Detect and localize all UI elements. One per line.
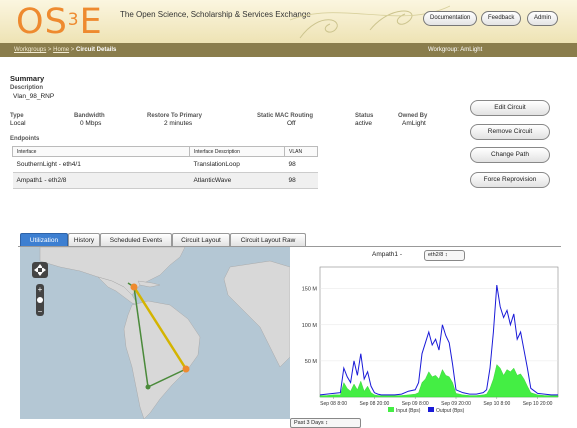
- y-tick-label: 100 M: [302, 323, 318, 329]
- x-tick-label: Sep 08 20:00: [360, 401, 390, 407]
- table-row: Ampath1 - eth2/8 AtlanticWave 98: [12, 172, 318, 189]
- breadcrumb-home[interactable]: Home: [53, 47, 69, 53]
- restore-value: 2 minutes: [164, 120, 193, 127]
- site-header: OS3E The Open Science, Scholarship & Ser…: [0, 0, 577, 44]
- cell-interface: SouthernLight - eth4/1: [12, 156, 190, 173]
- mac-routing-label: Static MAC Routing: [257, 113, 313, 119]
- circuit-map[interactable]: + −: [20, 247, 290, 419]
- tab-circuit-layout-raw[interactable]: Circuit Layout Raw: [230, 233, 306, 247]
- utilization-chart: 50 M 100 M 150 M Sep 08 8:00 Sep 08 20:00 Sep…: [302, 266, 559, 414]
- legend-output-swatch: [428, 407, 434, 412]
- mac-routing-value: Off: [287, 120, 296, 127]
- tab-scheduled-events[interactable]: Scheduled Events: [100, 233, 172, 247]
- tab-circuit-layout[interactable]: Circuit Layout: [172, 233, 230, 247]
- breadcrumb: Workgroups > Home > Circuit Details: [14, 43, 116, 57]
- node-ampath1: [130, 283, 138, 291]
- endpoints-label: Endpoints: [10, 136, 40, 142]
- logo-o: O: [16, 2, 45, 42]
- summary-title: Summary: [10, 74, 45, 83]
- logo-s: S: [44, 2, 68, 42]
- cell-description: TranslationLoop: [189, 156, 285, 173]
- breadcrumb-current: Circuit Details: [75, 47, 117, 53]
- map-controls: + −: [32, 262, 48, 316]
- status-label: Status: [355, 113, 374, 119]
- owner-value: AmLight: [402, 120, 426, 127]
- description-value: Vlan_98_RNP: [13, 93, 55, 100]
- feedback-button[interactable]: Feedback: [481, 11, 522, 26]
- breadcrumb-separator: >: [47, 47, 52, 53]
- cell-description: AtlanticWave: [189, 172, 285, 189]
- change-path-button[interactable]: Change Path: [470, 147, 550, 163]
- legend-input-label: Input (Bps): [396, 408, 421, 414]
- svg-text:+: +: [38, 285, 43, 294]
- col-vlan: VLAN: [284, 146, 318, 157]
- decorative-swirls: [289, 5, 450, 39]
- node-southernlight: [182, 365, 190, 373]
- breadcrumb-workgroups[interactable]: Workgroups: [14, 47, 46, 53]
- bandwidth-label: Bandwidth: [74, 113, 105, 119]
- owner-label: Owned By: [398, 113, 428, 119]
- logo-e: E: [79, 2, 103, 42]
- svg-text:−: −: [38, 307, 43, 316]
- legend-input-swatch: [388, 407, 394, 412]
- status-value: active: [355, 120, 372, 127]
- documentation-button[interactable]: Documentation: [423, 11, 478, 26]
- x-tick-label: Sep 09 8:00: [402, 401, 429, 407]
- x-tick-label: Sep 10 20:00: [523, 401, 553, 407]
- x-tick-label: Sep 09 20:00: [441, 401, 471, 407]
- pan-control-icon[interactable]: [32, 262, 48, 278]
- table-row: SouthernLight - eth4/1 TranslationLoop 9…: [12, 156, 318, 173]
- time-range-value: Past 3 Days: [294, 420, 324, 426]
- type-value: Local: [10, 120, 26, 127]
- endpoints-table: Interface Interface Description VLAN Sou…: [12, 146, 318, 189]
- land-caribbean: [137, 280, 161, 288]
- y-tick-label: 50 M: [305, 359, 318, 365]
- land-south-america: [123, 300, 201, 419]
- os3e-logo[interactable]: OS3E: [16, 2, 103, 42]
- edit-circuit-button[interactable]: Edit Circuit: [470, 100, 550, 116]
- legend-output-label: Output (Bps): [436, 408, 465, 414]
- chevron-updown-icon: ↕: [325, 420, 328, 426]
- world-map-svg: [39, 247, 290, 419]
- logo-sup: 3: [67, 10, 80, 30]
- col-description: Interface Description: [189, 146, 285, 157]
- cell-vlan: 98: [284, 156, 318, 173]
- tab-utilization[interactable]: Utilization: [20, 233, 68, 247]
- land-africa: [223, 260, 290, 368]
- remove-circuit-button[interactable]: Remove Circuit: [470, 124, 550, 140]
- breadcrumb-bar: Workgroups > Home > Circuit Details Work…: [0, 43, 577, 57]
- tab-history[interactable]: History: [68, 233, 100, 247]
- type-label: Type: [10, 113, 24, 119]
- workgroup-label: Workgroup: AmLight: [428, 47, 483, 53]
- zoom-slider-icon[interactable]: + −: [36, 284, 44, 316]
- cell-vlan: 98: [284, 172, 318, 189]
- x-tick-label: Sep 10 8:00: [483, 401, 510, 407]
- col-interface: Interface: [12, 146, 190, 157]
- bandwidth-value: 0 Mbps: [80, 120, 102, 127]
- force-reprovision-button[interactable]: Force Reprovision: [470, 172, 550, 188]
- restore-label: Restore To Primary: [147, 113, 202, 119]
- y-tick-label: 150 M: [302, 287, 318, 293]
- breadcrumb-separator: >: [70, 47, 75, 53]
- cell-interface: Ampath1 - eth2/8: [12, 172, 190, 189]
- description-label: Description: [10, 85, 44, 91]
- admin-button[interactable]: Admin: [527, 11, 559, 26]
- node-waypoint: [145, 384, 151, 390]
- x-tick-label: Sep 08 8:00: [320, 401, 347, 407]
